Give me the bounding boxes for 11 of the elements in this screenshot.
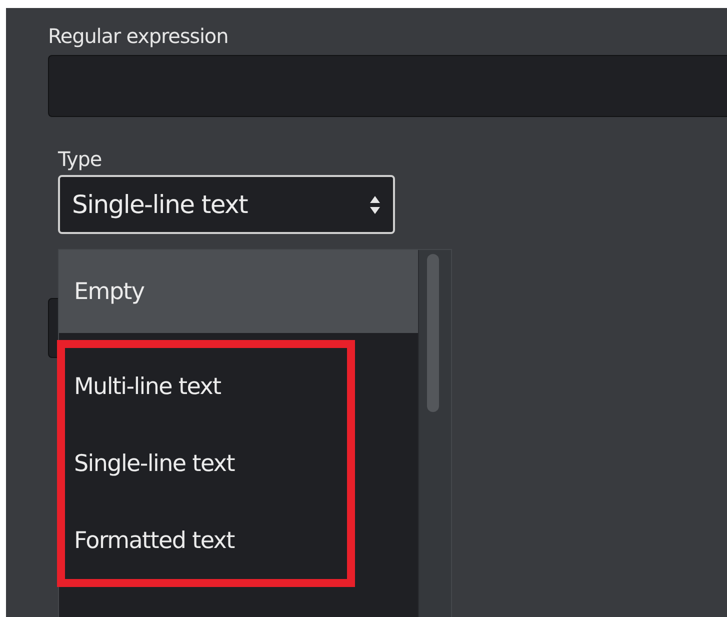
scrollbar-track[interactable] — [418, 250, 451, 617]
field-label: Type — [58, 146, 103, 173]
dropdown-option[interactable]: Formatted text — [65, 502, 347, 579]
dropdown-option[interactable]: Single-line text — [65, 425, 347, 502]
dropdown-option[interactable]: Empty — [59, 250, 418, 333]
dropdown-option[interactable]: Multi-line text — [65, 348, 347, 425]
sort-arrows-icon — [369, 194, 381, 214]
type-select[interactable]: Single-line text — [58, 175, 395, 234]
scrollbar-thumb[interactable] — [427, 254, 440, 412]
field-label: Regular expression — [48, 23, 230, 50]
regex-input-field[interactable] — [48, 55, 727, 117]
